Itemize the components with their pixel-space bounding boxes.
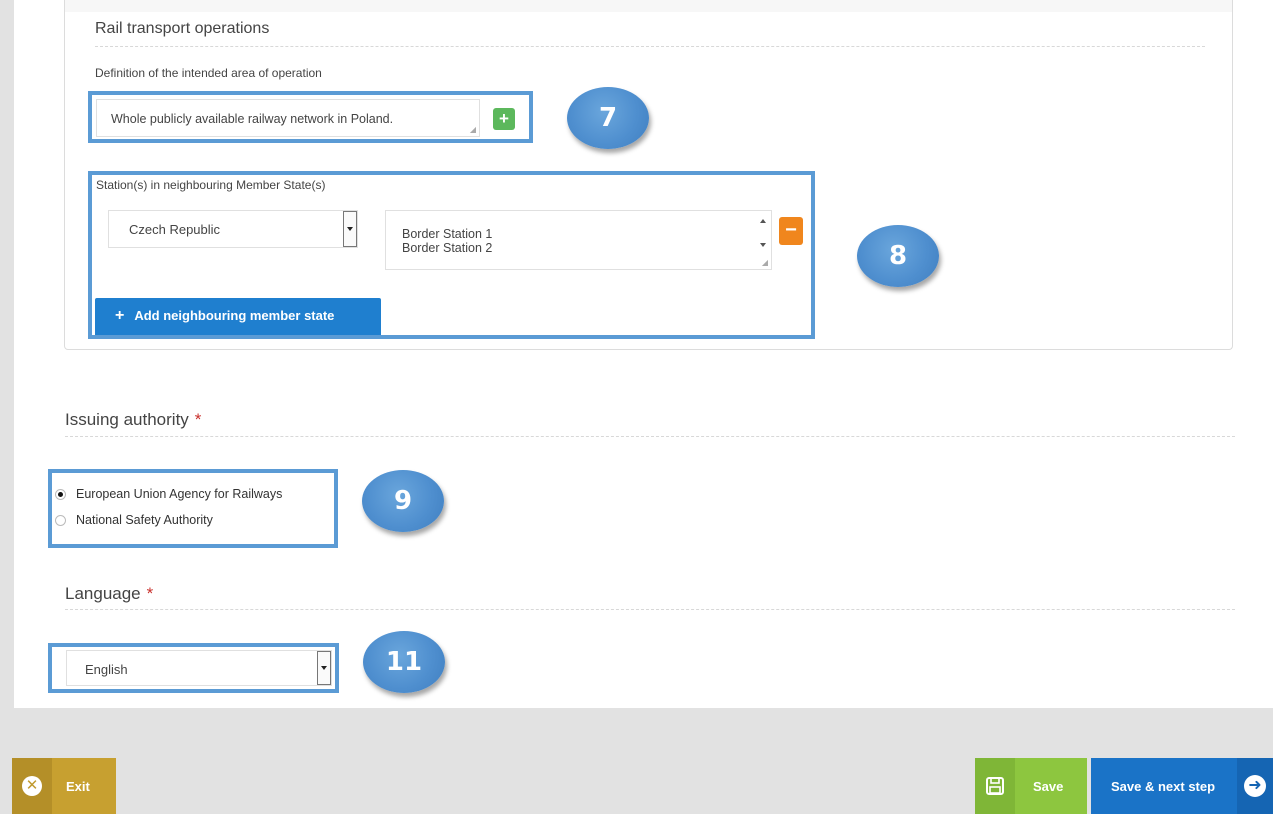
section-title-rail: Rail transport operations — [95, 20, 270, 37]
save-button[interactable]: Save — [975, 758, 1087, 814]
callout-badge-11: 11 — [363, 631, 445, 693]
callout-frame-8 — [88, 171, 815, 339]
save-next-label: Save & next step — [1111, 778, 1216, 794]
callout-frame-9 — [48, 469, 338, 548]
exit-label: Exit — [66, 778, 90, 794]
callout-badge-7: 7 — [567, 87, 649, 149]
section-divider — [65, 436, 1235, 437]
panel-top-band — [65, 0, 1232, 12]
floppy-disk-icon — [975, 758, 1015, 814]
area-label: Definition of the intended area of opera… — [95, 66, 322, 80]
save-next-button[interactable]: Save & next step ➜ — [1091, 758, 1273, 814]
callout-frame-11 — [48, 643, 339, 693]
section-divider — [95, 46, 1205, 47]
required-marker: * — [194, 410, 202, 429]
callout-frame-7 — [88, 91, 533, 143]
arrow-right-circle-icon: ➜ — [1237, 758, 1273, 814]
callout-badge-8: 8 — [857, 225, 939, 287]
callout-badge-9: 9 — [362, 470, 444, 532]
section-divider — [65, 609, 1235, 610]
section-title-issuing: Issuing authority * — [65, 410, 202, 429]
section-title-language: Language * — [65, 584, 154, 603]
required-marker: * — [146, 584, 154, 603]
exit-button[interactable]: ✕ Exit — [12, 758, 116, 814]
save-label: Save — [1033, 778, 1064, 794]
close-circle-icon: ✕ — [12, 758, 52, 814]
